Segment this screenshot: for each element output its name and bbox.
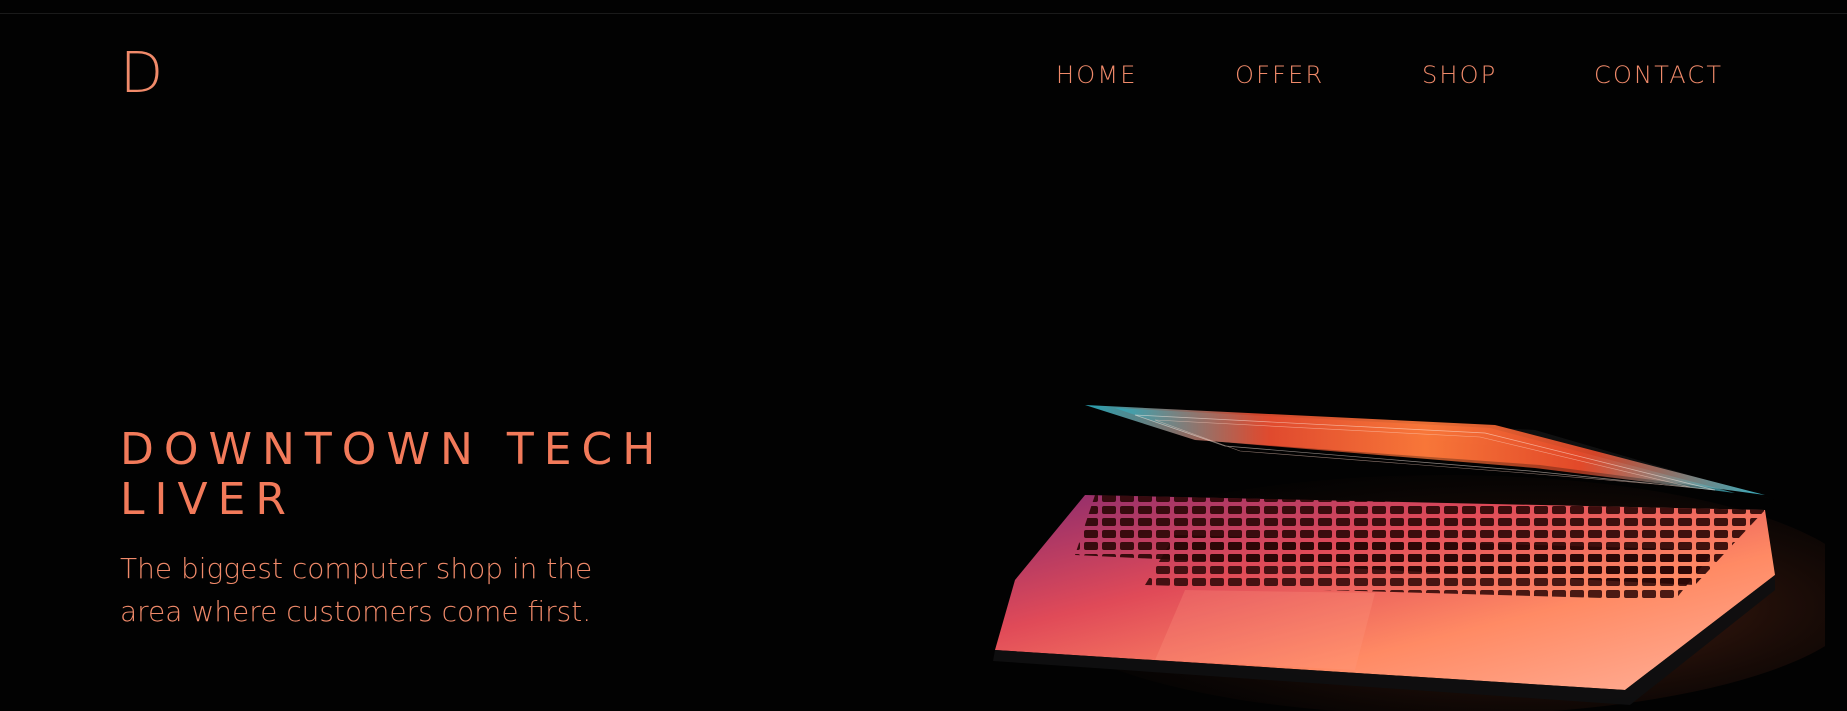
nav-item-offer[interactable]: OFFER xyxy=(1235,60,1324,90)
laptop-image xyxy=(993,405,1825,711)
nav-item-shop[interactable]: SHOP xyxy=(1422,60,1497,90)
main-navigation: HOME OFFER SHOP CONTACT xyxy=(0,60,1847,90)
top-divider xyxy=(0,13,1847,14)
hero-subtitle: The biggest computer shop in the area wh… xyxy=(120,552,593,628)
nav-item-contact[interactable]: CONTACT xyxy=(1594,60,1723,90)
nav-item-home[interactable]: HOME xyxy=(1056,60,1138,90)
hero-title: DOWNTOWN TECH LIVER xyxy=(120,424,666,525)
